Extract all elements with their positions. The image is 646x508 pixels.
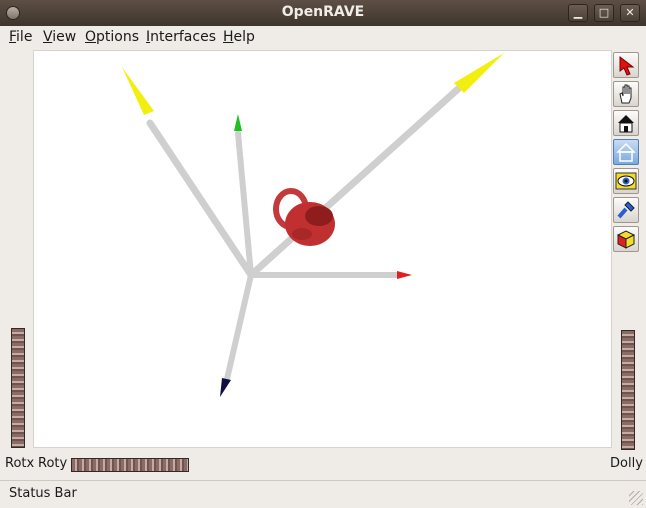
pan-button[interactable] — [613, 81, 639, 107]
projection-button[interactable] — [613, 226, 639, 252]
hand-icon — [619, 84, 632, 104]
axis-z-shaft — [224, 272, 254, 382]
mug-model — [273, 188, 335, 246]
scene-render[interactable] — [34, 51, 612, 448]
maximize-button[interactable]: □ — [594, 4, 614, 22]
set-home-button[interactable] — [613, 139, 639, 165]
view-all-button[interactable] — [613, 168, 639, 194]
status-bar: Status Bar — [0, 480, 646, 508]
home-icon — [618, 115, 634, 133]
menu-bar: File View Options Interfaces Help — [0, 26, 646, 48]
3d-viewport[interactable] — [33, 50, 612, 448]
eye-icon — [615, 172, 637, 190]
manipulator-shaft-left — [146, 119, 255, 279]
dolly-label: Dolly — [610, 456, 643, 471]
dolly-wheel[interactable] — [621, 330, 635, 450]
minimize-button[interactable]: ▁ — [568, 4, 588, 22]
menu-options[interactable]: Options — [85, 29, 139, 45]
title-bar[interactable]: OpenRAVE ▁ □ ✕ — [0, 0, 646, 27]
viewer-toolbar — [613, 52, 643, 255]
select-arrow-icon — [619, 55, 635, 76]
axis-z-tip — [220, 378, 231, 397]
manipulator-tip-left — [122, 67, 154, 115]
rotx-wheel[interactable] — [11, 328, 25, 448]
home-button[interactable] — [613, 110, 639, 136]
menu-file[interactable]: File — [9, 29, 32, 45]
manipulator-shaft-right — [247, 85, 462, 279]
status-text: Status Bar — [9, 486, 77, 501]
select-button[interactable] — [613, 52, 639, 78]
roty-wheel[interactable] — [71, 458, 189, 472]
window-title: OpenRAVE — [281, 4, 365, 20]
flashlight-icon — [617, 201, 635, 219]
menu-interfaces[interactable]: Interfaces — [146, 29, 216, 45]
roty-label: Roty — [38, 456, 68, 471]
set-home-icon — [616, 142, 636, 162]
axis-x-tip — [397, 271, 412, 279]
cube-icon — [616, 230, 636, 249]
close-button[interactable]: ✕ — [620, 4, 640, 22]
axis-y-tip — [234, 114, 242, 131]
menu-view[interactable]: View — [43, 29, 76, 45]
rotx-label: Rotx — [5, 456, 35, 471]
menu-help[interactable]: Help — [223, 29, 255, 45]
seek-button[interactable] — [613, 197, 639, 223]
resize-grip[interactable] — [629, 491, 643, 505]
manipulator-tip-right — [454, 53, 504, 93]
